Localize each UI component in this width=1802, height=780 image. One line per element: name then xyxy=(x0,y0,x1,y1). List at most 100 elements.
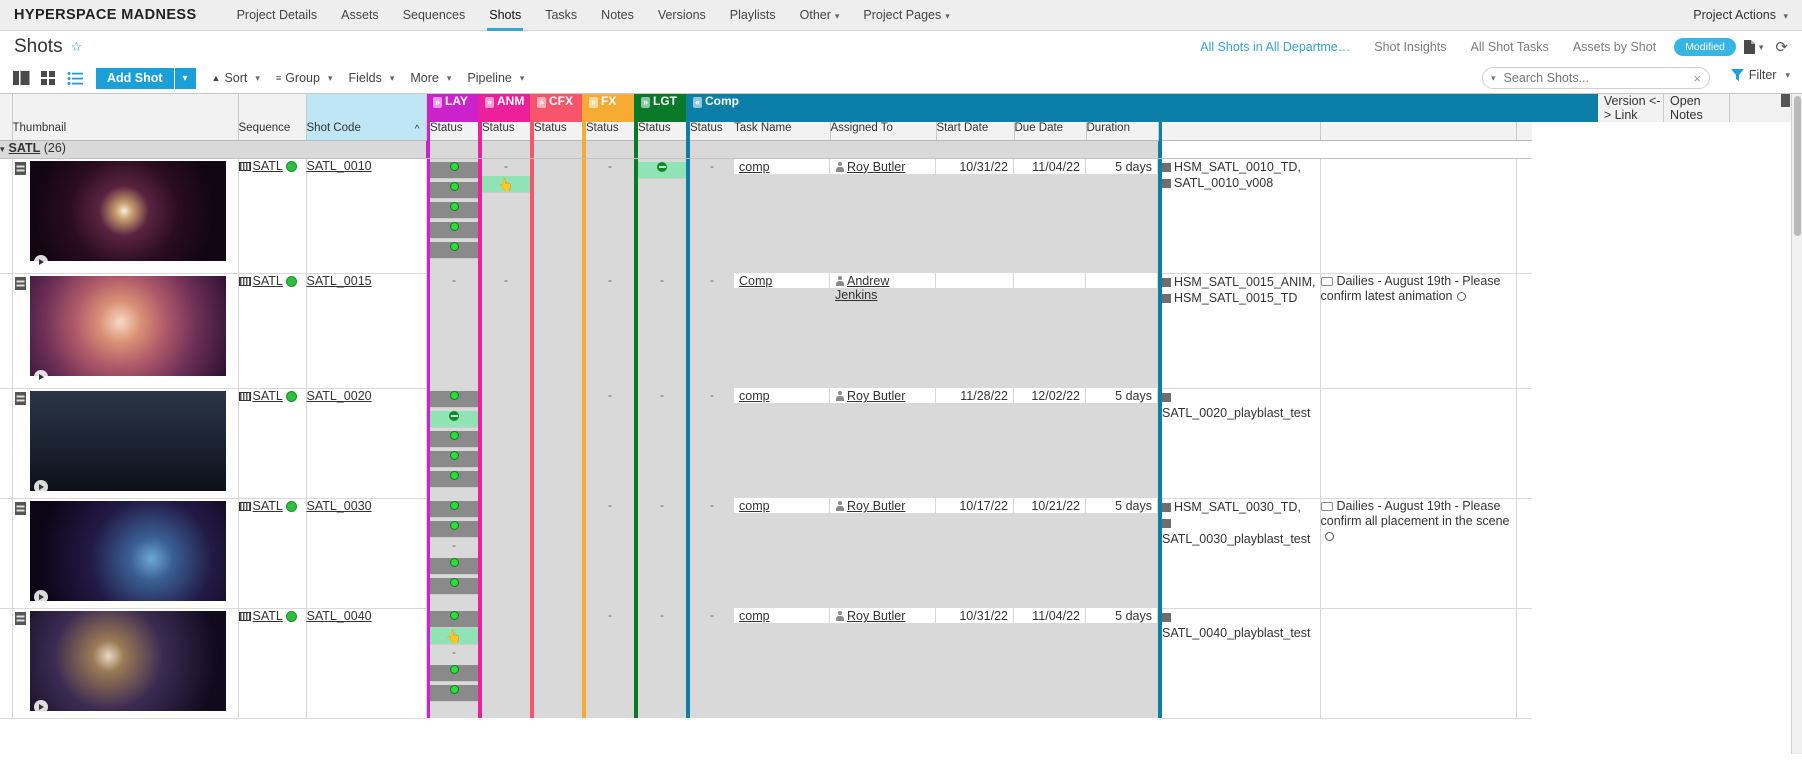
status-empty[interactable]: - xyxy=(690,498,734,515)
nav-item-project-details[interactable]: Project Details xyxy=(225,0,330,31)
assigned-to-link[interactable]: Roy Butler xyxy=(847,499,905,513)
nav-item-playlists[interactable]: Playlists xyxy=(718,0,788,31)
thumbnail-cell[interactable] xyxy=(12,273,239,389)
assigned-to-cell[interactable]: Roy Butler xyxy=(830,608,936,718)
chevron-down-icon[interactable]: ▾ xyxy=(0,144,5,154)
pipeline-collapse-icon[interactable]: » xyxy=(433,97,443,108)
due-date-cell[interactable]: 11/04/22 xyxy=(1014,608,1086,718)
status-chip[interactable] xyxy=(430,501,478,518)
start-date-cell[interactable]: 11/28/22 xyxy=(936,388,1014,498)
status-cell-cfx[interactable] xyxy=(534,388,582,498)
play-button-icon[interactable] xyxy=(33,699,48,714)
layout-thumbnail-view-icon[interactable] xyxy=(37,68,59,88)
shot-code-cell[interactable]: SATL_0020 xyxy=(306,388,427,499)
shot-code-link[interactable]: SATL_0020 xyxy=(307,389,372,403)
nav-item-notes[interactable]: Notes xyxy=(589,0,646,31)
table-row[interactable]: SATL SATL_0040 👆 - - - - comp Roy Butler 10/31/22… xyxy=(0,608,1795,719)
status-cell-lay[interactable]: - xyxy=(430,498,478,608)
play-button-icon[interactable] xyxy=(33,254,48,269)
task-name-link[interactable]: comp xyxy=(739,160,770,174)
status-cell-fx[interactable]: - xyxy=(586,608,634,718)
status-cell-lay[interactable] xyxy=(430,158,478,273)
search-input[interactable] xyxy=(1503,71,1694,85)
version-name[interactable]: HSM_SATL_0015_TD xyxy=(1174,291,1297,305)
assigned-to-cell[interactable]: Roy Butler xyxy=(830,158,936,273)
status-empty[interactable]: - xyxy=(638,388,686,405)
subheader-status-comp[interactable]: Status xyxy=(690,122,734,141)
status-empty[interactable]: - xyxy=(638,608,686,625)
task-name-cell[interactable]: comp xyxy=(734,158,830,273)
open-note-text[interactable]: Dailies - August 19th - Please confirm a… xyxy=(1321,499,1510,528)
nav-item-shots[interactable]: Shots xyxy=(477,0,533,31)
group-header-row[interactable]: ▾ SATL (26) xyxy=(0,140,1795,159)
shot-code-cell[interactable]: SATL_0040 xyxy=(306,608,427,719)
version-link-cell[interactable]: HSM_SATL_0010_TD, SATL_0010_v008 xyxy=(1162,158,1321,274)
thumbnail-cell[interactable] xyxy=(12,498,239,609)
status-empty[interactable]: - xyxy=(430,538,478,555)
vertical-scrollbar-thumb[interactable] xyxy=(1794,96,1801,236)
duration-cell[interactable]: 5 days xyxy=(1086,608,1158,718)
vertical-scrollbar[interactable] xyxy=(1791,94,1802,754)
duration-cell[interactable]: 5 days xyxy=(1086,158,1158,273)
status-cell-lay[interactable]: - xyxy=(430,273,478,388)
status-cell-cfx[interactable] xyxy=(534,608,582,718)
status-empty[interactable]: - xyxy=(586,608,634,625)
refresh-icon[interactable]: ⟳ xyxy=(1775,38,1788,56)
table-row[interactable]: SATL SATL_0020 - - - comp Roy Butler 11/28/22 12… xyxy=(0,388,1795,499)
status-cell-lgt[interactable]: - xyxy=(638,608,686,718)
subheader-duration[interactable]: Duration xyxy=(1086,122,1159,141)
sequence-link[interactable]: SATL xyxy=(253,499,283,513)
status-empty[interactable]: - xyxy=(430,273,478,290)
task-name-link[interactable]: comp xyxy=(739,609,770,623)
shot-code-link[interactable]: SATL_0040 xyxy=(307,609,372,623)
chevron-down-icon[interactable]: ▾ xyxy=(1491,73,1496,84)
status-empty[interactable]: - xyxy=(586,273,634,290)
status-cell-anm[interactable]: - 👆 xyxy=(482,158,530,273)
sequence-cell[interactable]: SATL xyxy=(238,158,307,274)
status-cell-cfx[interactable] xyxy=(534,273,582,388)
status-cell-cfx[interactable] xyxy=(534,498,582,608)
status-empty[interactable]: - xyxy=(586,388,634,405)
status-cell-comp[interactable]: - xyxy=(690,273,734,388)
task-name-link[interactable]: comp xyxy=(739,389,770,403)
status-chip[interactable] xyxy=(430,161,478,179)
version-name[interactable]: SATL_0020_playblast_test xyxy=(1162,406,1310,420)
status-empty[interactable]: - xyxy=(690,388,734,405)
shot-thumbnail-image[interactable] xyxy=(29,500,226,601)
start-date-cell[interactable]: 10/17/22 xyxy=(936,498,1014,608)
sequence-link[interactable]: SATL xyxy=(253,609,283,623)
status-cell-anm[interactable]: - xyxy=(482,273,530,388)
shot-thumbnail-image[interactable] xyxy=(29,275,226,376)
add-shot-button[interactable]: Add Shot xyxy=(96,67,174,89)
status-chip[interactable] xyxy=(430,558,478,575)
start-date-cell[interactable]: 10/31/22 xyxy=(936,608,1014,718)
version-link-cell[interactable]: HSM_SATL_0030_TD, SATL_0030_playblast_tes… xyxy=(1162,498,1321,609)
pipeline-collapse-icon[interactable]: « xyxy=(693,97,703,108)
status-cell-anm[interactable] xyxy=(482,608,530,718)
row-select-checkbox[interactable] xyxy=(0,273,13,389)
table-row[interactable]: SATL SATL_0015 - - - - - Comp Andrew Jenkins HSM_… xyxy=(0,273,1795,389)
play-button-icon[interactable] xyxy=(33,369,48,384)
status-cell-comp[interactable]: - xyxy=(690,158,734,273)
shot-code-cell[interactable]: SATL_0015 xyxy=(306,273,427,389)
open-notes-cell[interactable] xyxy=(1320,608,1517,719)
version-name[interactable]: SATL_0030_playblast_test xyxy=(1162,532,1310,546)
task-name-cell[interactable]: comp xyxy=(734,498,830,608)
thumbnail-cell[interactable] xyxy=(12,608,239,719)
shot-code-link[interactable]: SATL_0010 xyxy=(307,159,372,173)
clear-search-icon[interactable]: × xyxy=(1693,71,1701,86)
version-name[interactable]: HSM_SATL_0010_TD, xyxy=(1174,160,1301,174)
status-cell-anm[interactable] xyxy=(482,388,530,498)
status-empty[interactable]: - xyxy=(430,645,478,662)
task-name-link[interactable]: Comp xyxy=(739,274,772,288)
sequence-link[interactable]: SATL xyxy=(253,389,283,403)
status-cell-fx[interactable]: - xyxy=(586,273,634,388)
start-date-cell[interactable] xyxy=(936,273,1014,388)
subheader-status-fx[interactable]: Status xyxy=(586,122,634,141)
row-select-checkbox[interactable] xyxy=(0,498,13,609)
sort-ascending-icon[interactable]: ^ xyxy=(415,124,420,135)
status-chip-hovered[interactable]: 👆 xyxy=(482,175,530,193)
assigned-to-link[interactable]: Roy Butler xyxy=(847,160,905,174)
status-cell-fx[interactable]: - xyxy=(586,158,634,273)
status-chip[interactable] xyxy=(430,181,478,199)
